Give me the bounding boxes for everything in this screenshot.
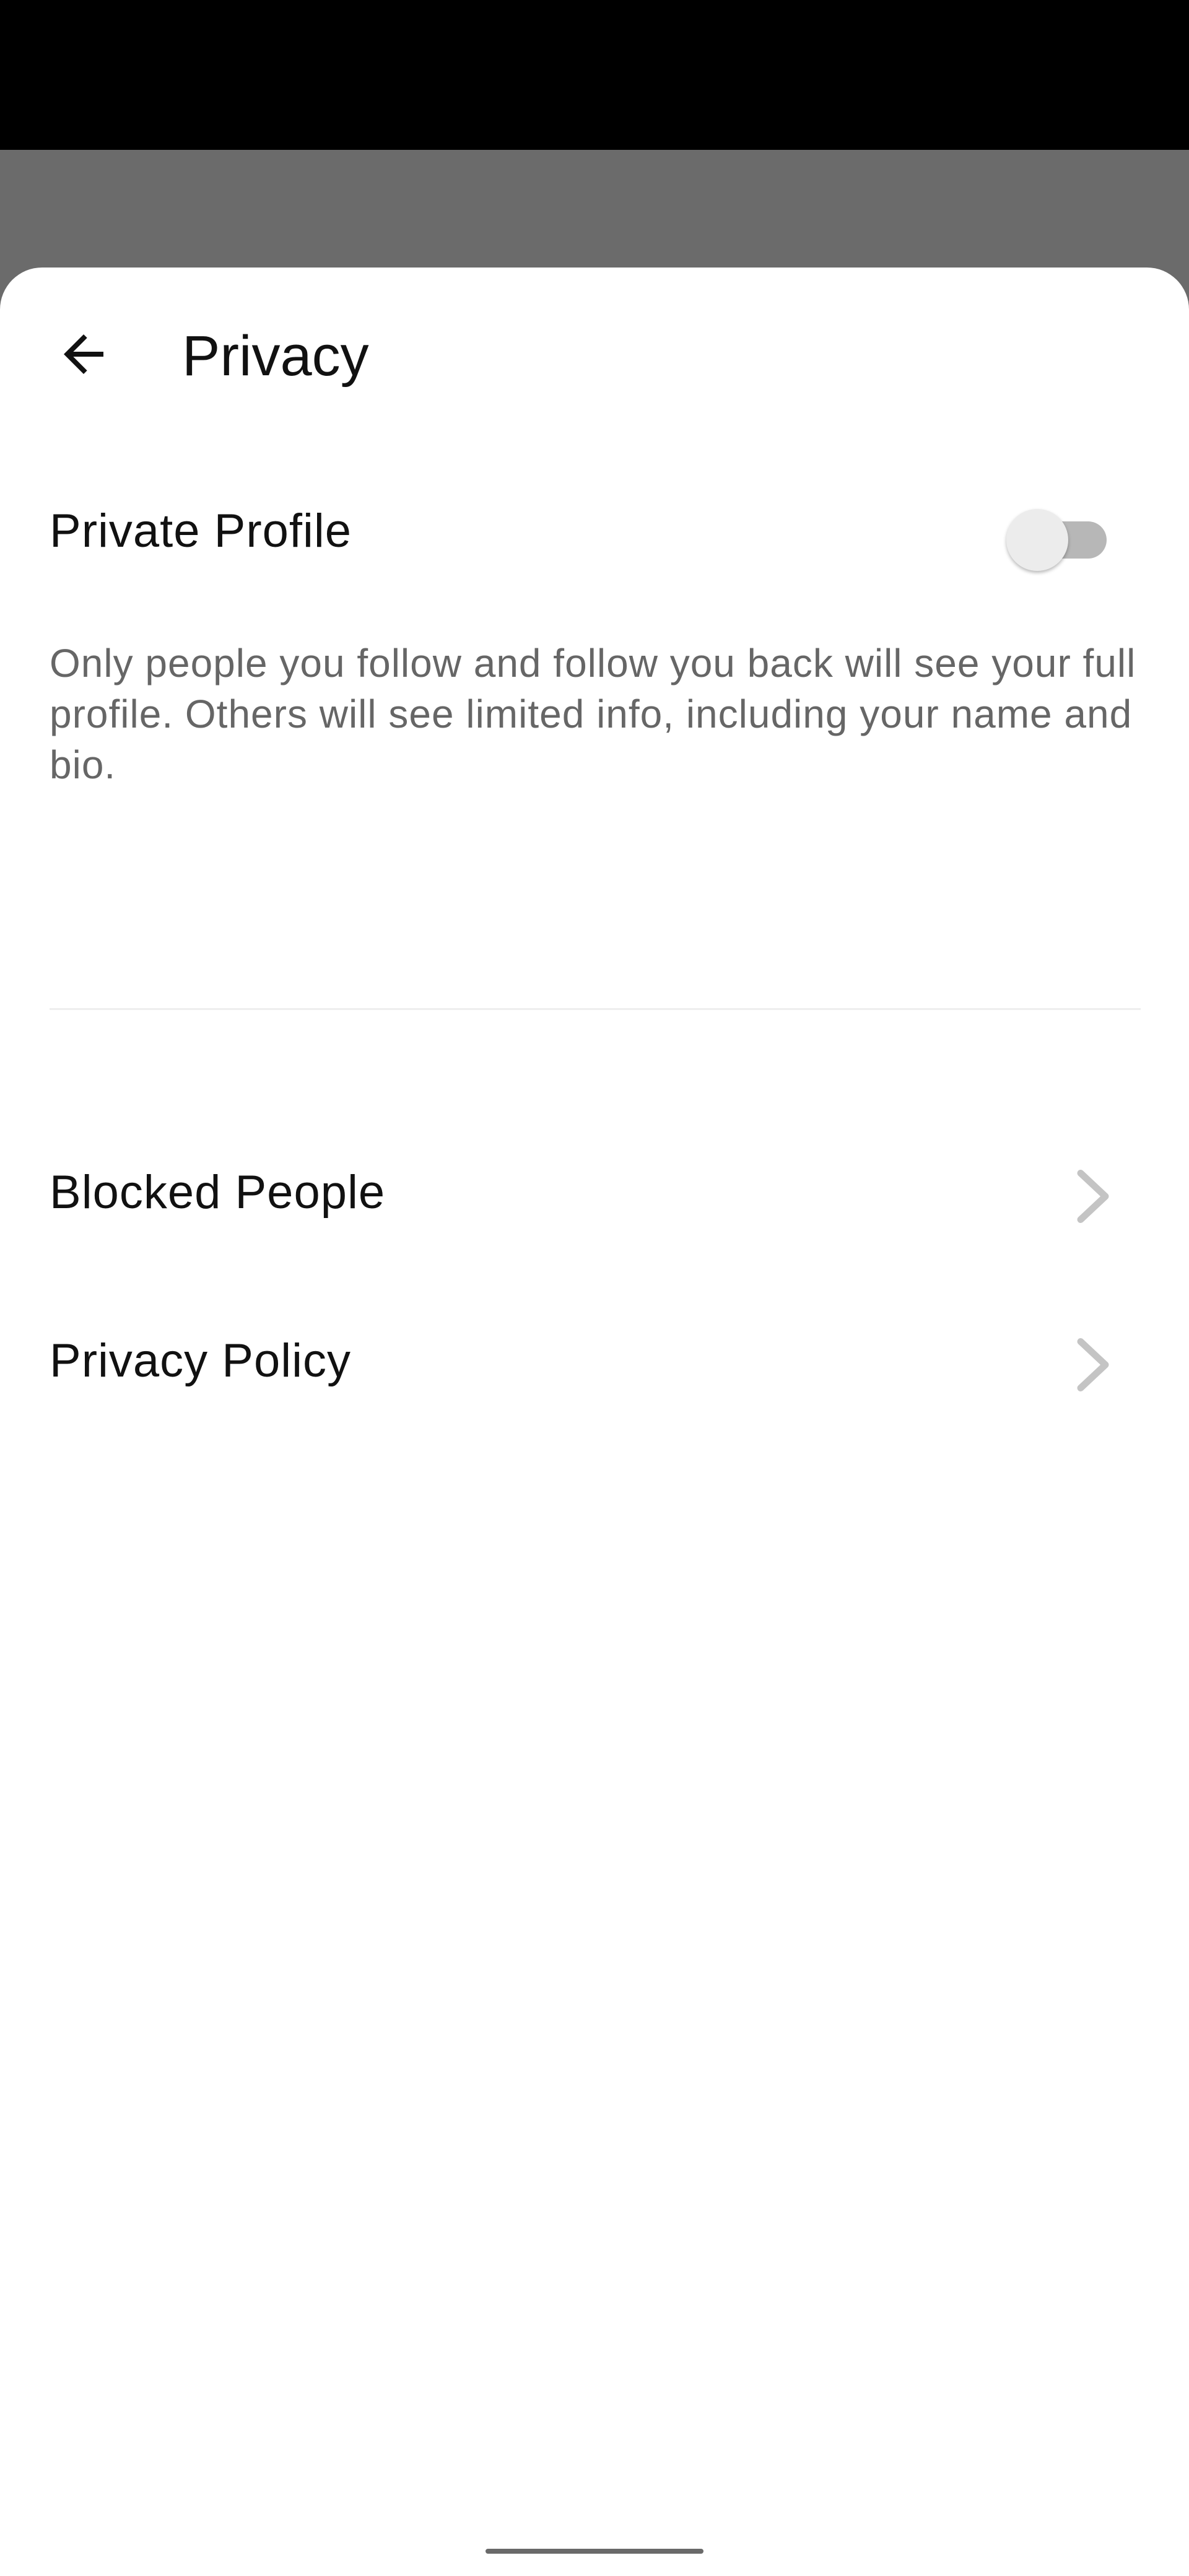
private-profile-row[interactable]: Private Profile: [0, 472, 1189, 590]
sheet-header: Privacy: [0, 268, 1189, 441]
private-profile-description: Only people you follow and follow you ba…: [50, 641, 1136, 787]
chevron-right-icon: [1077, 1170, 1109, 1223]
chevron-right-icon: [1077, 1338, 1109, 1391]
private-profile-toggle[interactable]: [1006, 504, 1108, 571]
private-profile-label: Private Profile: [50, 505, 352, 557]
blocked-people-item[interactable]: Blocked People: [0, 1110, 1189, 1277]
privacy-policy-item[interactable]: Privacy Policy: [0, 1278, 1189, 1445]
home-indicator[interactable]: [486, 2549, 703, 2554]
privacy-policy-label: Privacy Policy: [50, 1334, 351, 1387]
status-bar: [0, 0, 1189, 150]
list-divider: [50, 1008, 1141, 1010]
screen: Privacy Private Profile Only people you …: [0, 0, 1189, 2576]
page-title: Privacy: [182, 324, 369, 388]
back-button[interactable]: [43, 314, 124, 394]
toggle-thumb: [1006, 509, 1068, 571]
privacy-sheet: Privacy Private Profile Only people you …: [0, 268, 1189, 2576]
arrow-left-icon: [64, 334, 103, 374]
blocked-people-label: Blocked People: [50, 1166, 386, 1219]
